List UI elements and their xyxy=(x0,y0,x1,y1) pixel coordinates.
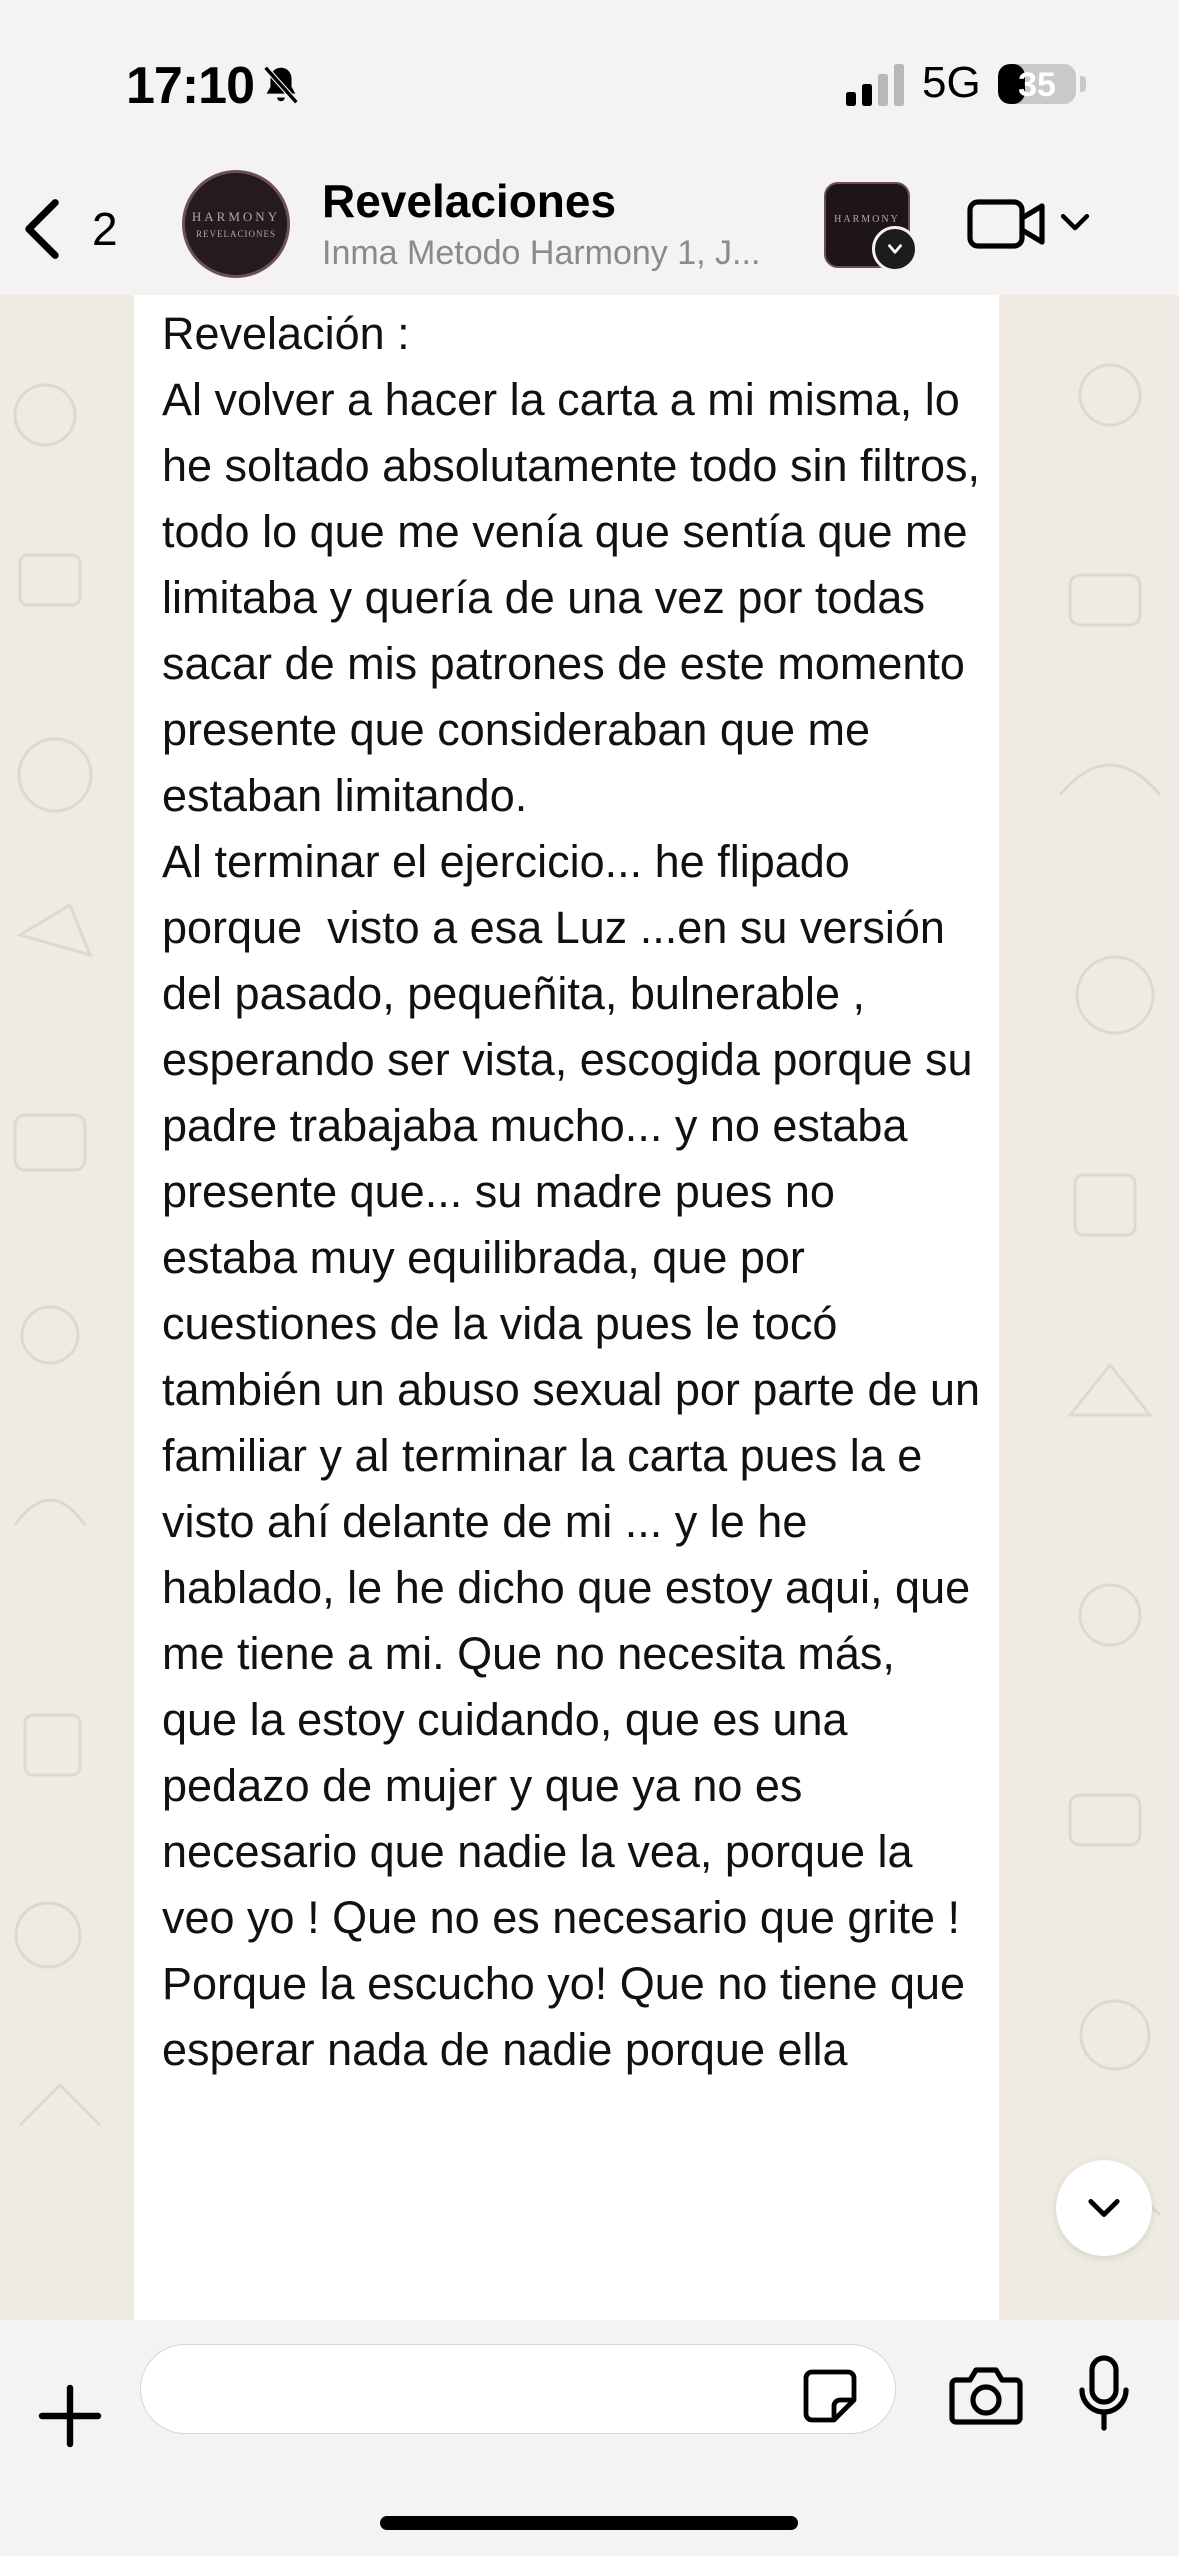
status-bar: 17:10 5G 35 xyxy=(0,0,1179,160)
chat-header: 2 HARMONY REVELACIONES Revelaciones Inma… xyxy=(0,160,1179,295)
chevron-down-circle-icon xyxy=(872,226,918,272)
back-button[interactable]: 2 xyxy=(20,196,130,262)
home-indicator xyxy=(380,2516,798,2530)
chevron-down-icon xyxy=(1088,2198,1120,2218)
group-avatar[interactable]: HARMONY REVELACIONES xyxy=(182,170,290,278)
camera-icon[interactable] xyxy=(948,2364,1024,2428)
microphone-icon[interactable] xyxy=(1076,2354,1132,2434)
avatar-text: HARMONY xyxy=(191,209,281,224)
status-time: 17:10 xyxy=(126,57,255,115)
message-input[interactable] xyxy=(140,2344,896,2434)
battery-tip xyxy=(1080,76,1086,92)
chat-subtitle[interactable]: Inma Metodo Harmony 1, J... xyxy=(322,234,802,273)
chevron-down-icon[interactable] xyxy=(1058,206,1092,240)
chat-title[interactable]: Revelaciones xyxy=(322,174,616,228)
battery-percent: 35 xyxy=(1018,66,1056,104)
network-label: 5G xyxy=(922,58,981,107)
sticker-icon[interactable] xyxy=(800,2366,860,2426)
signal-icon xyxy=(846,64,904,106)
battery-indicator: 35 xyxy=(998,64,1076,104)
chevron-left-icon xyxy=(25,199,59,259)
composer-bar xyxy=(0,2320,1179,2556)
thumbnail-text: HARMONY xyxy=(834,214,900,225)
bell-slash-icon xyxy=(263,65,299,105)
message-text: Revelación : Al volver a hacer la carta … xyxy=(162,308,981,2075)
avatar-subtext: REVELACIONES xyxy=(196,229,276,239)
scroll-to-bottom-button[interactable] xyxy=(1056,2160,1152,2256)
message-bubble[interactable]: Revelación : Al volver a hacer la carta … xyxy=(134,295,999,2320)
video-call-icon[interactable] xyxy=(966,196,1048,252)
plus-icon[interactable] xyxy=(38,2384,102,2448)
unread-count: 2 xyxy=(92,203,118,255)
chat-area[interactable]: Revelación : Al volver a hacer la carta … xyxy=(0,295,1179,2320)
